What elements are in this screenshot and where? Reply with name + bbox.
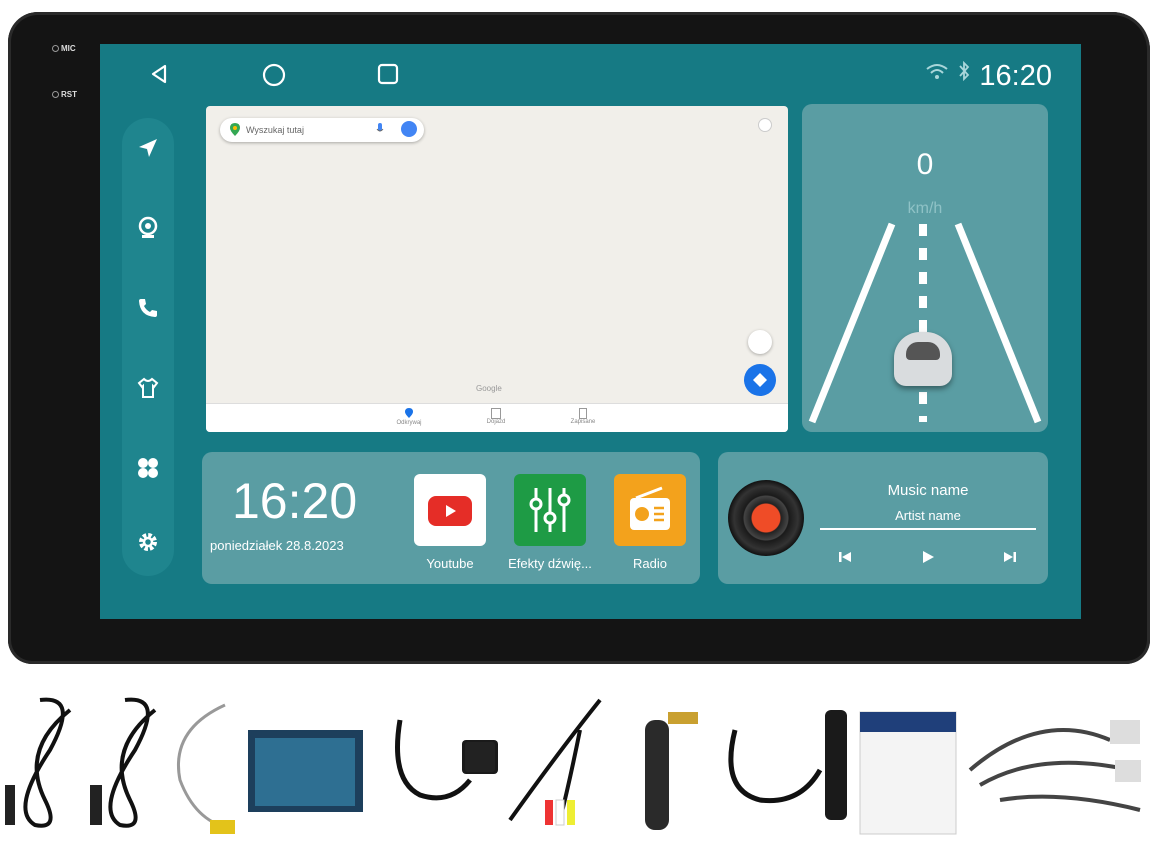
directions-icon[interactable] bbox=[744, 364, 776, 396]
box bbox=[248, 730, 363, 812]
apps-icon[interactable] bbox=[122, 456, 174, 487]
youtube-app-label[interactable]: Youtube bbox=[395, 556, 505, 571]
camera-cable bbox=[177, 703, 235, 834]
radio-app-button[interactable] bbox=[614, 474, 686, 546]
music-title: Music name bbox=[887, 482, 969, 499]
bookmark-icon bbox=[579, 408, 587, 419]
clock-date: poniedziałek 28.8.2023 bbox=[210, 538, 344, 553]
home-icon[interactable] bbox=[262, 63, 286, 93]
equalizer-app-label[interactable]: Efekty dźwię... bbox=[495, 556, 605, 571]
next-track-icon[interactable] bbox=[1003, 550, 1017, 567]
car-icon bbox=[894, 332, 952, 386]
camera-icon[interactable] bbox=[122, 216, 174, 247]
vinyl-disc-icon bbox=[728, 480, 804, 556]
equalizer-icon bbox=[529, 488, 571, 532]
google-logo: Google bbox=[476, 384, 502, 393]
youtube-icon bbox=[428, 496, 472, 526]
map-pin-icon bbox=[230, 123, 240, 138]
cable-2 bbox=[90, 697, 157, 828]
previous-track-icon[interactable] bbox=[838, 550, 852, 567]
sidebar bbox=[122, 118, 174, 576]
gps-antenna bbox=[465, 742, 495, 772]
shirt-icon[interactable] bbox=[122, 376, 174, 407]
status-bar: 16:20 bbox=[925, 60, 1052, 93]
bluetooth-icon bbox=[958, 60, 975, 85]
music-widget: Music name Artist name bbox=[718, 452, 1048, 584]
map-search-input[interactable]: Wyszukaj tutaj bbox=[246, 125, 304, 135]
wiring-harness bbox=[968, 720, 1141, 812]
mic-label: MIC bbox=[52, 44, 76, 53]
clock-apps-widget: 16:20 poniedziałek 28.8.2023 Youtube Efe… bbox=[202, 452, 700, 584]
rst-button[interactable]: RST bbox=[52, 90, 77, 99]
dab-antenna bbox=[825, 710, 847, 820]
music-artist: Artist name bbox=[895, 508, 961, 523]
car-icon bbox=[491, 408, 501, 419]
compass-icon[interactable] bbox=[748, 330, 772, 354]
4g-antenna bbox=[645, 712, 698, 830]
rca-cable bbox=[508, 698, 602, 826]
music-progress-bar[interactable] bbox=[820, 528, 1036, 530]
phone-icon[interactable] bbox=[122, 296, 174, 327]
manual bbox=[859, 711, 957, 835]
mic-icon[interactable] bbox=[376, 123, 384, 137]
settings-icon[interactable] bbox=[122, 530, 174, 561]
map-bottom-tabs: Odkrywaj Dojazd Zapisane bbox=[206, 403, 788, 432]
status-time: 16:20 bbox=[979, 60, 1052, 92]
radio-app-label[interactable]: Radio bbox=[595, 556, 705, 571]
wifi-icon bbox=[925, 64, 954, 85]
recents-icon[interactable] bbox=[377, 63, 399, 91]
navigation-icon[interactable] bbox=[122, 136, 174, 167]
youtube-app-button[interactable] bbox=[414, 474, 486, 546]
map-search-bar[interactable]: Wyszukaj tutaj bbox=[220, 118, 424, 142]
radio-icon bbox=[630, 486, 670, 530]
tab-explore[interactable]: Odkrywaj bbox=[384, 408, 434, 426]
equalizer-app-button[interactable] bbox=[514, 474, 586, 546]
clock-time: 16:20 bbox=[232, 473, 358, 529]
back-icon[interactable] bbox=[148, 63, 170, 91]
speedometer-widget[interactable]: 0 km/h bbox=[802, 104, 1048, 432]
cable-1 bbox=[5, 697, 72, 828]
profile-icon[interactable] bbox=[401, 121, 417, 137]
usb-cable bbox=[728, 729, 823, 804]
tab-saved[interactable]: Zapisane bbox=[558, 408, 608, 425]
layers-icon[interactable] bbox=[758, 118, 772, 132]
tab-go[interactable]: Dojazd bbox=[471, 408, 521, 425]
play-icon[interactable] bbox=[921, 550, 935, 567]
map-widget[interactable]: Wyszukaj tutaj Google Odkrywaj Dojazd Za… bbox=[206, 106, 788, 432]
